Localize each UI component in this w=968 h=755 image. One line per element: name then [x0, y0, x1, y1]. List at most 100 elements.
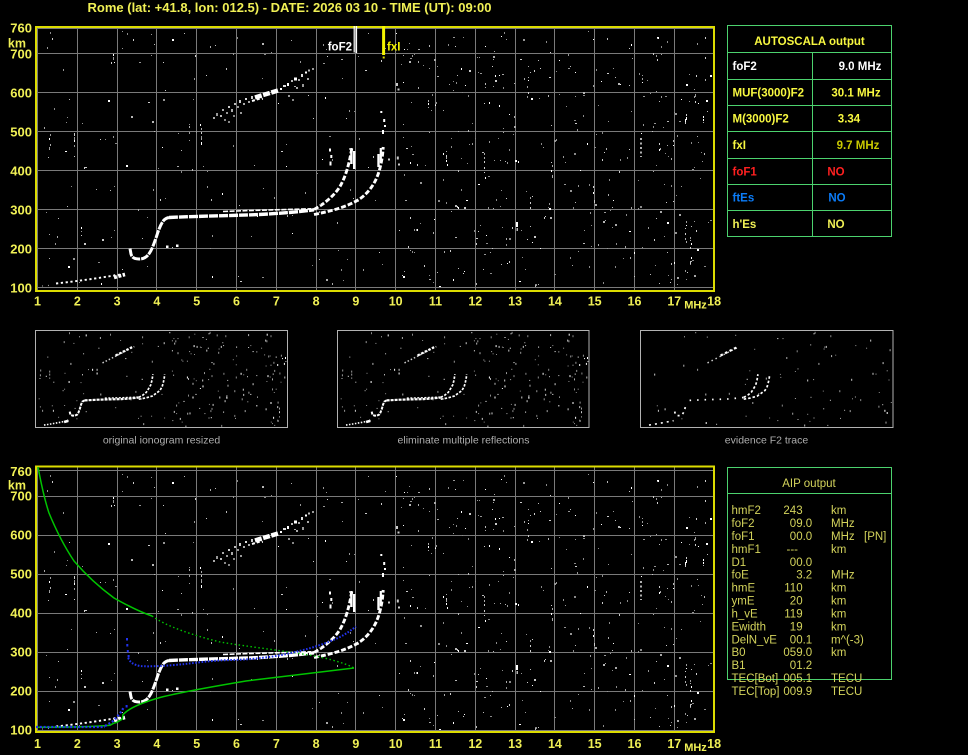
- svg-text:16: 16: [628, 295, 642, 309]
- svg-text:TEC[Bot]: TEC[Bot]: [732, 673, 779, 685]
- svg-text:DelN_vE: DelN_vE: [732, 634, 778, 646]
- svg-text:km: km: [831, 544, 846, 556]
- svg-text:NO: NO: [827, 219, 844, 231]
- svg-text:1: 1: [34, 295, 41, 309]
- svg-text:km: km: [831, 596, 846, 608]
- svg-text:km: km: [831, 505, 846, 517]
- svg-text:700: 700: [10, 489, 32, 504]
- svg-text:9.7 MHz: 9.7 MHz: [837, 140, 880, 152]
- svg-text:3: 3: [114, 295, 121, 309]
- svg-text:TECU: TECU: [831, 686, 862, 698]
- svg-text:original ionogram resized: original ionogram resized: [103, 435, 220, 447]
- svg-text:3: 3: [114, 737, 121, 751]
- svg-text:11: 11: [429, 295, 442, 309]
- svg-text:12: 12: [468, 737, 482, 751]
- svg-text:hmF2: hmF2: [732, 505, 761, 517]
- svg-text:km: km: [831, 647, 846, 659]
- svg-text:500: 500: [10, 567, 32, 582]
- svg-text:17: 17: [667, 737, 681, 751]
- svg-text:MHz: MHz: [831, 518, 855, 530]
- svg-text:9.0 MHz: 9.0 MHz: [839, 61, 882, 73]
- svg-text:6: 6: [233, 737, 240, 751]
- svg-text:13: 13: [508, 737, 522, 751]
- svg-text:200: 200: [10, 242, 32, 257]
- svg-text:TEC[Top]: TEC[Top]: [732, 686, 780, 698]
- svg-text:MHz: MHz: [684, 300, 707, 312]
- svg-text:M(3000)F2: M(3000)F2: [733, 114, 789, 126]
- svg-text:MHz: MHz: [831, 531, 855, 543]
- svg-text:ymE: ymE: [732, 596, 755, 608]
- svg-text:AUTOSCALA output: AUTOSCALA output: [754, 36, 865, 48]
- svg-text:500: 500: [10, 125, 32, 140]
- svg-text:13: 13: [508, 295, 522, 309]
- svg-text:3.2: 3.2: [796, 570, 812, 582]
- svg-text:18: 18: [707, 737, 721, 751]
- svg-text:7: 7: [273, 737, 280, 751]
- svg-text:15: 15: [588, 737, 602, 751]
- svg-text:11: 11: [429, 737, 442, 751]
- svg-text:5: 5: [193, 737, 200, 751]
- svg-text:NO: NO: [827, 166, 844, 178]
- svg-text:9: 9: [352, 295, 359, 309]
- svg-text:4: 4: [153, 295, 160, 309]
- svg-text:B1: B1: [732, 660, 746, 672]
- svg-text:TECU: TECU: [831, 673, 862, 685]
- svg-text:19: 19: [790, 621, 803, 633]
- svg-text:km: km: [831, 583, 846, 595]
- svg-text:760: 760: [10, 464, 32, 479]
- svg-text:00.1: 00.1: [790, 634, 812, 646]
- svg-text:10: 10: [389, 737, 403, 751]
- svg-text:00.0: 00.0: [790, 531, 812, 543]
- svg-text:MHz: MHz: [831, 570, 855, 582]
- svg-text:00.0: 00.0: [790, 557, 812, 569]
- svg-text:18: 18: [707, 295, 721, 309]
- svg-text:4: 4: [153, 737, 160, 751]
- svg-text:005.1: 005.1: [783, 673, 812, 685]
- svg-text:hmE: hmE: [732, 583, 756, 595]
- svg-text:119: 119: [784, 608, 802, 620]
- svg-text:14: 14: [548, 295, 562, 309]
- svg-text:ftEs: ftEs: [733, 193, 755, 205]
- svg-text:---: ---: [787, 544, 799, 556]
- svg-text:6: 6: [233, 295, 240, 309]
- svg-text:hmF1: hmF1: [732, 544, 761, 556]
- svg-text:NO: NO: [828, 193, 845, 205]
- svg-text:30.1 MHz: 30.1 MHz: [831, 87, 880, 99]
- svg-text:110: 110: [784, 583, 802, 595]
- svg-text:10: 10: [389, 295, 403, 309]
- svg-text:2: 2: [74, 295, 81, 309]
- svg-text:400: 400: [10, 606, 32, 621]
- svg-text:km: km: [831, 621, 846, 633]
- svg-text:D1: D1: [732, 557, 747, 569]
- svg-text:[PN]: [PN]: [864, 531, 886, 543]
- svg-text:foF1: foF1: [732, 531, 755, 543]
- svg-text:MUF(3000)F2: MUF(3000)F2: [733, 87, 805, 99]
- svg-text:400: 400: [10, 164, 32, 179]
- svg-text:059.0: 059.0: [783, 647, 812, 659]
- svg-text:AIP output: AIP output: [782, 478, 836, 490]
- svg-text:17: 17: [667, 295, 681, 309]
- svg-text:600: 600: [10, 528, 32, 543]
- svg-text:100: 100: [10, 723, 32, 738]
- svg-text:01.2: 01.2: [790, 660, 812, 672]
- svg-text:760: 760: [10, 21, 32, 36]
- svg-text:foF2: foF2: [328, 42, 352, 54]
- svg-text:9: 9: [352, 737, 359, 751]
- svg-text:700: 700: [10, 47, 32, 62]
- svg-text:B0: B0: [732, 647, 746, 659]
- svg-text:Ewidth: Ewidth: [732, 621, 767, 633]
- svg-text:m^(-3): m^(-3): [831, 634, 864, 646]
- svg-text:100: 100: [10, 281, 32, 296]
- svg-text:15: 15: [588, 295, 602, 309]
- svg-text:foE: foE: [732, 570, 750, 582]
- svg-text:5: 5: [193, 295, 200, 309]
- svg-text:fxI: fxI: [733, 140, 746, 152]
- svg-text:foF1: foF1: [733, 166, 758, 178]
- svg-text:09.0: 09.0: [790, 518, 812, 530]
- svg-text:243: 243: [783, 505, 802, 517]
- svg-text:foF2: foF2: [733, 61, 757, 73]
- svg-text:12: 12: [468, 295, 482, 309]
- svg-text:200: 200: [10, 684, 32, 699]
- svg-text:1: 1: [34, 737, 41, 751]
- svg-text:3.34: 3.34: [838, 114, 861, 126]
